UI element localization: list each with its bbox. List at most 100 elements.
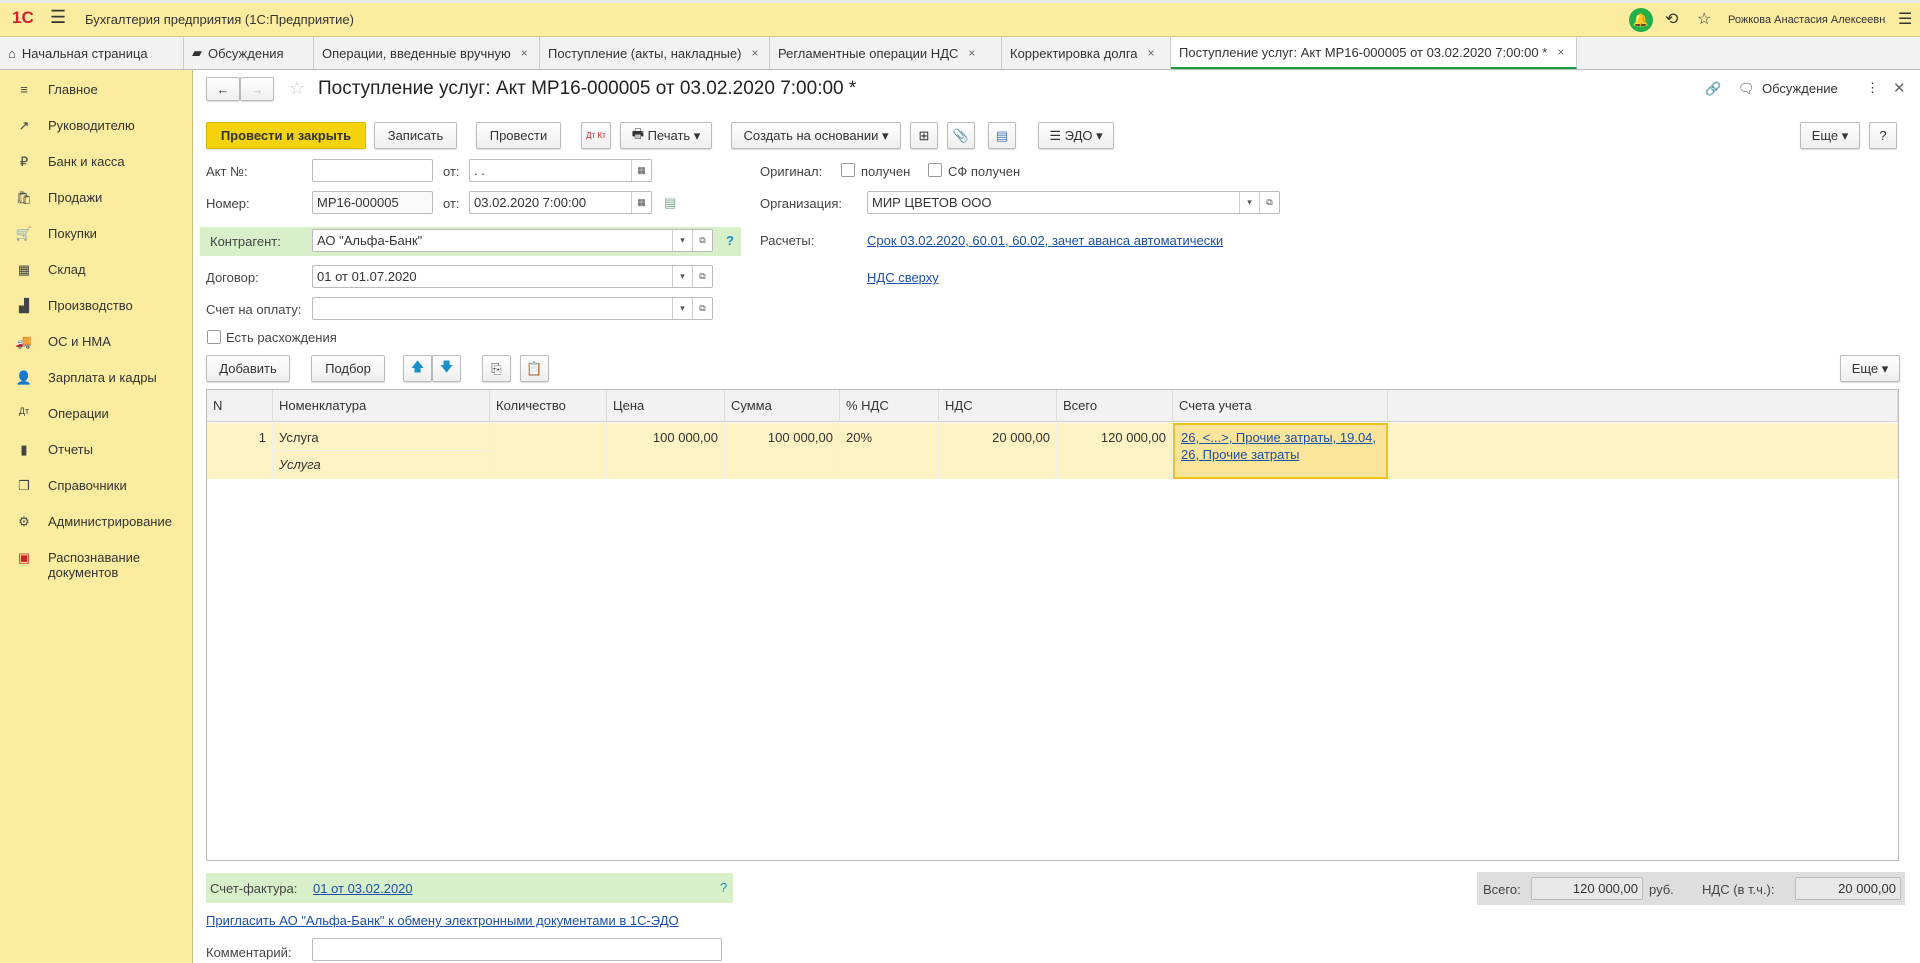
counterparty-input[interactable]: АО "Альфа-Банк" ▾ ⧉ (312, 229, 713, 252)
structure-icon[interactable]: ⊞ (910, 122, 938, 149)
report-icon[interactable]: ▤ (988, 122, 1016, 149)
sidebar-item-assets[interactable]: 🚚 ОС и НМА (0, 326, 192, 362)
sidebar-item-sales[interactable]: 🛍 Продажи (0, 182, 192, 218)
sidebar-item-production[interactable]: ▟ Производство (0, 290, 192, 326)
settlements-link[interactable]: Срок 03.02.2020, 60.01, 60.02, зачет ава… (867, 233, 1223, 248)
vat-mode-link[interactable]: НДС сверху (867, 270, 939, 285)
organization-input[interactable]: МИР ЦВЕТОВ ООО ▾ ⧉ (867, 191, 1280, 214)
column-header-total[interactable]: Всего (1057, 390, 1173, 422)
cell-vat-rate[interactable]: 20% (840, 423, 939, 479)
table-more-button[interactable]: Еще ▾ (1840, 355, 1900, 382)
close-icon[interactable]: × (1148, 46, 1155, 60)
dropdown-arrow-icon[interactable]: ▾ (672, 298, 692, 319)
help-icon[interactable]: ? (726, 233, 734, 248)
back-button[interactable]: ← (206, 77, 240, 101)
open-icon[interactable]: ⧉ (692, 298, 712, 319)
calendar-icon[interactable]: ▦ (631, 192, 651, 213)
sidebar-item-reports[interactable]: ▮ Отчеты (0, 434, 192, 470)
close-icon[interactable]: ✕ (1893, 79, 1906, 97)
cell-price[interactable]: 100 000,00 (607, 423, 725, 479)
menu-icon[interactable]: ☰ (50, 7, 66, 28)
tab-home[interactable]: ⌂ Начальная страница (0, 37, 184, 69)
column-header-accounts[interactable]: Счета учета (1173, 390, 1388, 422)
open-icon[interactable]: ⧉ (692, 266, 712, 287)
attachment-icon[interactable]: 📎 (947, 122, 975, 149)
discrepancy-checkbox[interactable] (207, 330, 221, 344)
more-button[interactable]: Еще ▾ (1800, 122, 1860, 149)
sf-received-checkbox[interactable] (928, 163, 942, 177)
create-based-on-button[interactable]: Создать на основании ▾ (731, 122, 901, 149)
cell-sum[interactable]: 100 000,00 (725, 423, 840, 479)
sidebar-item-salary[interactable]: 👤 Зарплата и кадры (0, 362, 192, 398)
sidebar-item-bank[interactable]: ₽ Банк и касса (0, 146, 192, 182)
number-input[interactable]: МР16-000005 (312, 191, 433, 214)
accounts-link[interactable]: 26, <...>, Прочие затраты, 19.04, 26, Пр… (1181, 430, 1376, 462)
close-icon[interactable]: × (1557, 45, 1564, 59)
more-vert-icon[interactable]: ⋮ (1866, 80, 1879, 96)
cell-qty[interactable] (490, 423, 607, 479)
tab-vat-operations[interactable]: Регламентные операции НДС × (770, 37, 1002, 69)
help-icon[interactable]: ? (720, 880, 727, 895)
user-name[interactable]: Рожкова Анастасия Алексеевн (1728, 14, 1885, 26)
print-button[interactable]: 🖶 Печать ▾ (620, 122, 712, 149)
tab-manual-operations[interactable]: Операции, введенные вручную × (314, 37, 540, 69)
cell-item[interactable]: Услуга Услуга (273, 423, 490, 479)
sidebar-item-catalogs[interactable]: ❐ Справочники (0, 470, 192, 506)
dropdown-arrow-icon[interactable]: ▾ (1239, 192, 1259, 213)
favorite-star-icon[interactable]: ☆ (289, 78, 305, 99)
move-down-icon[interactable]: 🡇 (432, 355, 461, 382)
close-icon[interactable]: × (751, 46, 758, 60)
tab-current-document[interactable]: Поступление услуг: Акт МР16-000005 от 03… (1171, 37, 1577, 69)
received-checkbox[interactable] (841, 163, 855, 177)
tab-debt-adjustment[interactable]: Корректировка долга × (1002, 37, 1171, 69)
invite-edo-link[interactable]: Пригласить АО "Альфа-Банк" к обмену элек… (206, 913, 679, 928)
discussion-button[interactable]: Обсуждение (1762, 81, 1838, 96)
add-row-button[interactable]: Добавить (206, 355, 290, 382)
settings-menu-icon[interactable]: ☰ (1898, 9, 1912, 29)
close-icon[interactable]: × (968, 46, 975, 60)
open-icon[interactable]: ⧉ (1259, 192, 1279, 213)
copy-icon[interactable]: ⎘ (482, 355, 511, 382)
favorites-star-icon[interactable]: ☆ (1697, 9, 1711, 29)
cell-vat[interactable]: 20 000,00 (939, 423, 1057, 479)
dt-kt-button[interactable]: Дт Кт (581, 122, 611, 149)
forward-button[interactable]: → (240, 77, 274, 101)
column-header-n[interactable]: N (207, 390, 273, 422)
calendar-icon[interactable]: ▦ (631, 160, 651, 181)
save-button[interactable]: Записать (374, 122, 457, 149)
tab-receipts[interactable]: Поступление (акты, накладные) × (540, 37, 770, 69)
close-icon[interactable]: × (521, 46, 528, 60)
item-content[interactable]: Услуга (273, 451, 489, 478)
act-no-input[interactable] (312, 159, 433, 182)
paste-icon[interactable]: 📋 (520, 355, 549, 382)
sidebar-item-admin[interactable]: ⚙ Администрирование (0, 506, 192, 542)
move-up-icon[interactable]: 🡅 (403, 355, 432, 382)
contract-input[interactable]: 01 от 01.07.2020 ▾ ⧉ (312, 265, 713, 288)
sidebar-item-recognition[interactable]: ▣ Распознавание документов (0, 542, 192, 590)
column-header-sum[interactable]: Сумма (725, 390, 840, 422)
invoice-link[interactable]: 01 от 03.02.2020 (313, 881, 413, 896)
column-header-price[interactable]: Цена (607, 390, 725, 422)
sidebar-item-main[interactable]: ≡ Главное (0, 74, 192, 110)
history-icon[interactable]: ⟲ (1665, 9, 1678, 29)
cell-accounts[interactable]: 26, <...>, Прочие затраты, 19.04, 26, Пр… (1173, 423, 1388, 479)
item-name[interactable]: Услуга (273, 423, 489, 451)
column-header-vat-rate[interactable]: % НДС (840, 390, 939, 422)
sidebar-item-purchases[interactable]: 🛒 Покупки (0, 218, 192, 254)
dropdown-arrow-icon[interactable]: ▾ (672, 266, 692, 287)
comment-input[interactable] (312, 938, 722, 961)
act-date-input[interactable]: . . ▦ (469, 159, 652, 182)
tab-discussions[interactable]: ▰ Обсуждения (184, 37, 314, 69)
column-header-item[interactable]: Номенклатура (273, 390, 490, 422)
sidebar-item-manager[interactable]: ↗ Руководителю (0, 110, 192, 146)
date-input[interactable]: 03.02.2020 7:00:00 ▦ (469, 191, 652, 214)
notifications-bell-icon[interactable]: 🔔 (1629, 8, 1653, 32)
sidebar-item-warehouse[interactable]: ▦ Склад (0, 254, 192, 290)
edo-button[interactable]: ☰ ЭДО ▾ (1038, 122, 1114, 149)
link-icon[interactable]: 🔗 (1705, 81, 1721, 97)
post-and-close-button[interactable]: Провести и закрыть (206, 122, 366, 149)
help-button[interactable]: ? (1869, 122, 1897, 149)
dropdown-arrow-icon[interactable]: ▾ (672, 230, 692, 251)
post-button[interactable]: Провести (476, 122, 561, 149)
sidebar-item-operations[interactable]: Дт Операции (0, 398, 192, 434)
